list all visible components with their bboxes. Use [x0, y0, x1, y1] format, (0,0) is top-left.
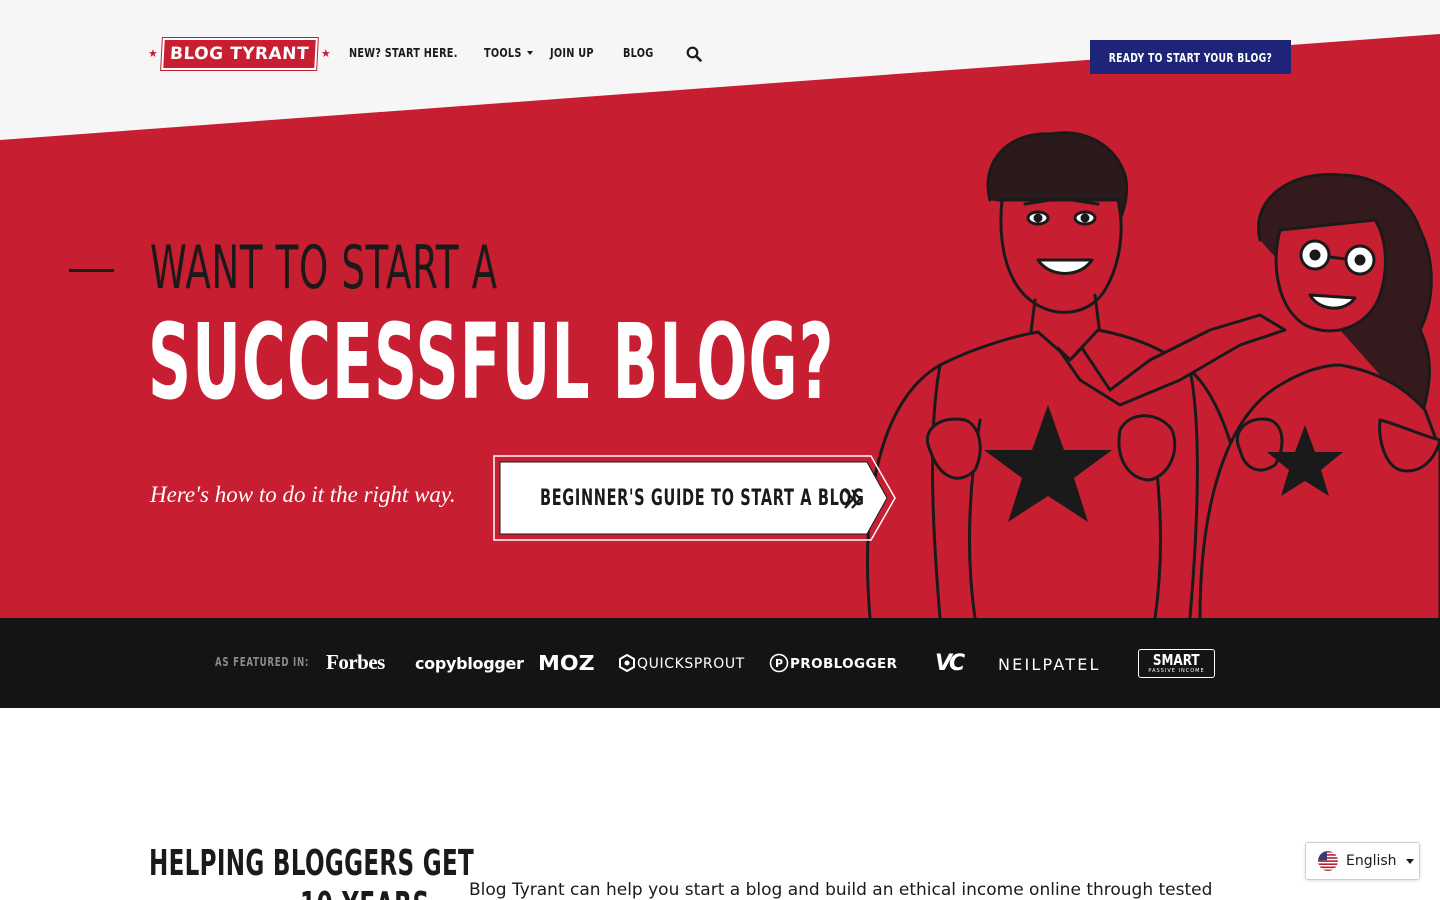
- section-heading-line2: 10 YEARS: [300, 884, 430, 900]
- caret-down-icon: [527, 51, 533, 55]
- nav-item-blog[interactable]: BLOG: [623, 44, 663, 66]
- double-chevron-right-icon: [844, 489, 862, 509]
- passive-income-logo-text: PASSIVE INCOME: [1148, 667, 1205, 674]
- featured-label: AS FEATURED IN:: [215, 655, 310, 669]
- language-label: English: [1346, 853, 1397, 869]
- nav-item-label: JOIN UP: [550, 45, 594, 60]
- headline-top: WANT TO START A: [150, 233, 498, 303]
- svg-text:P: P: [775, 657, 783, 670]
- section-heading-line1: HELPING BLOGGERS GET: [149, 843, 475, 884]
- nav-item-label: NEW? START HERE.: [349, 45, 458, 60]
- quicksprout-logo: QUICKSPROUT: [637, 656, 745, 672]
- problogger-logo: PROBLOGGER: [790, 656, 898, 672]
- forbes-logo: Forbes: [326, 649, 385, 674]
- neilpatel-logo: NEILPATEL: [998, 654, 1101, 674]
- star-icon: ★: [320, 47, 331, 60]
- nav-item-label: TOOLS: [484, 45, 522, 60]
- star-icon: ★: [148, 47, 158, 60]
- smart-logo-text: SMART: [1153, 650, 1200, 669]
- nav-item-tools[interactable]: TOOLS: [484, 44, 550, 66]
- headline-dash: [69, 269, 114, 272]
- us-flag-icon: [1318, 851, 1338, 871]
- ready-to-start-button[interactable]: READY TO START YOUR BLOG?: [1090, 40, 1291, 74]
- smart-passive-income-logo: SMART PASSIVE INCOME: [1138, 649, 1215, 678]
- quicksprout-icon: [619, 654, 635, 672]
- nav-item-join-up[interactable]: JOIN UP: [550, 44, 623, 66]
- search-icon[interactable]: [686, 46, 702, 62]
- intro-text: Blog Tyrant can help you start a blog an…: [469, 880, 1213, 900]
- problogger-icon: P: [769, 653, 789, 673]
- site-logo[interactable]: ★ BLOG TYRANT ★: [148, 38, 331, 70]
- main-nav: NEW? START HERE. TOOLS JOIN UP BLOG: [349, 44, 663, 66]
- superhero-bloggers-illustration: [866, 131, 1440, 618]
- logo-text: BLOG TYRANT: [161, 38, 318, 70]
- beginners-guide-label: BEGINNER'S GUIDE TO START A BLOG: [540, 486, 865, 511]
- language-selector[interactable]: English: [1305, 842, 1420, 880]
- nav-item-label: BLOG: [623, 45, 654, 60]
- headline-main: SUCCESSFUL BLOG?: [148, 301, 835, 423]
- hero-subline: Here's how to do it the right way.: [150, 482, 456, 507]
- caret-down-icon: [1405, 858, 1414, 864]
- vc-logo: VC: [935, 650, 965, 676]
- ready-to-start-label: READY TO START YOUR BLOG?: [1108, 49, 1273, 65]
- nav-item-start-here[interactable]: NEW? START HERE.: [349, 44, 484, 66]
- copyblogger-logo: copyblogger: [415, 653, 524, 673]
- moz-logo: MOZ: [538, 651, 595, 675]
